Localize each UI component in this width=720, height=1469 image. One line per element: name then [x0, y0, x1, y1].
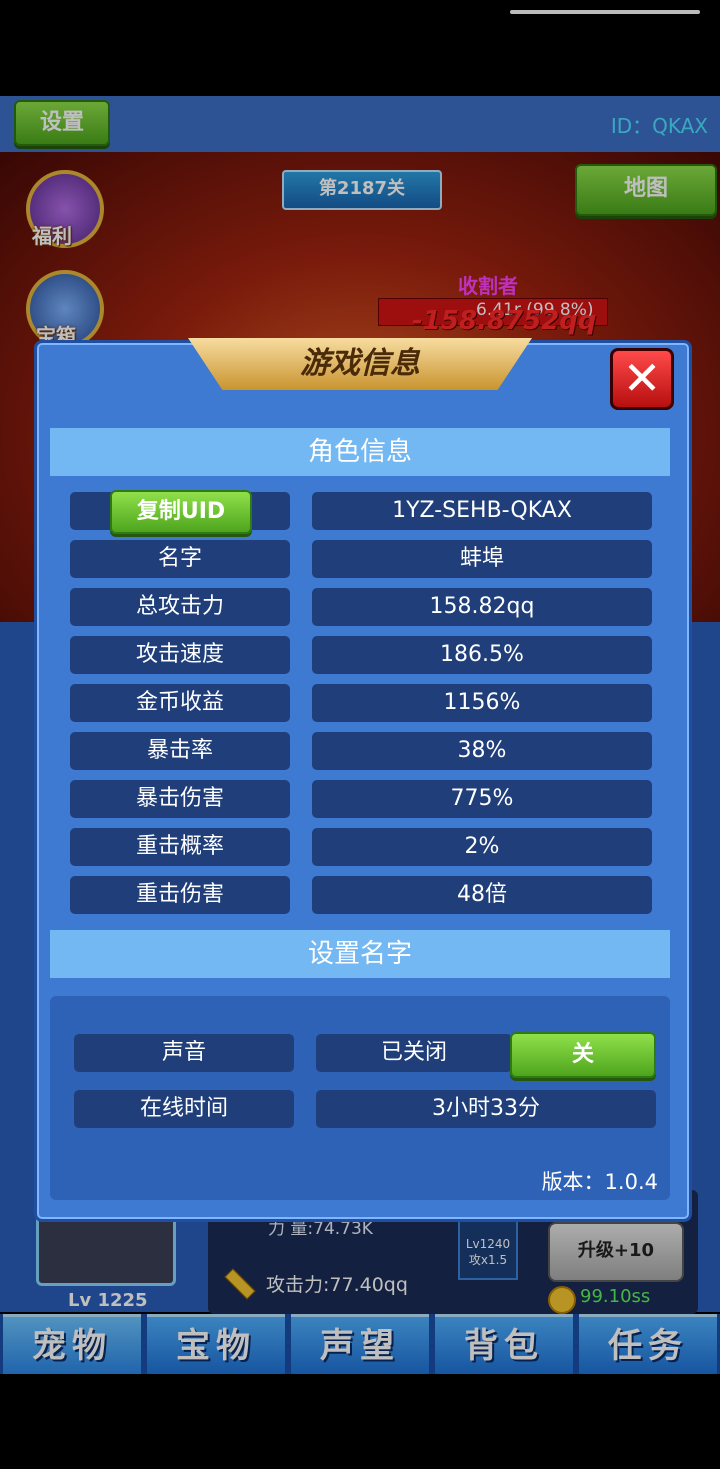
- sound-status: 已关闭: [316, 1034, 512, 1072]
- online-time-value: 3小时33分: [316, 1090, 656, 1128]
- copy-uid-button[interactable]: 复制UID: [110, 490, 252, 534]
- uid-value: 1YZ-SEHB-QKAX: [312, 492, 652, 530]
- row-label: 重击伤害: [70, 876, 290, 914]
- row-value: 2%: [312, 828, 652, 866]
- sound-label: 声音: [74, 1034, 294, 1072]
- close-button[interactable]: ✕: [610, 348, 674, 410]
- close-icon: ✕: [622, 351, 662, 405]
- row-value: 158.82qq: [312, 588, 652, 626]
- status-pill: [510, 10, 700, 14]
- row-label: 暴击伤害: [70, 780, 290, 818]
- row-value: 186.5%: [312, 636, 652, 674]
- row-label: 金币收益: [70, 684, 290, 722]
- row-value: 775%: [312, 780, 652, 818]
- set-name-button[interactable]: 设置名字: [50, 930, 670, 978]
- row-label: 名字: [70, 540, 290, 578]
- row-value: 48倍: [312, 876, 652, 914]
- sound-toggle-button[interactable]: 关: [510, 1032, 656, 1078]
- row-value: 1156%: [312, 684, 652, 722]
- version-text: 版本：1.0.4: [541, 1170, 658, 1194]
- online-time-label: 在线时间: [74, 1090, 294, 1128]
- row-label: 重击概率: [70, 828, 290, 866]
- row-value: 蚌埠: [312, 540, 652, 578]
- section-role-info: 角色信息: [50, 428, 670, 476]
- row-label: 暴击率: [70, 732, 290, 770]
- row-value: 38%: [312, 732, 652, 770]
- row-label: 总攻击力: [70, 588, 290, 626]
- row-label: 攻击速度: [70, 636, 290, 674]
- dialog-title: 游戏信息: [188, 338, 532, 390]
